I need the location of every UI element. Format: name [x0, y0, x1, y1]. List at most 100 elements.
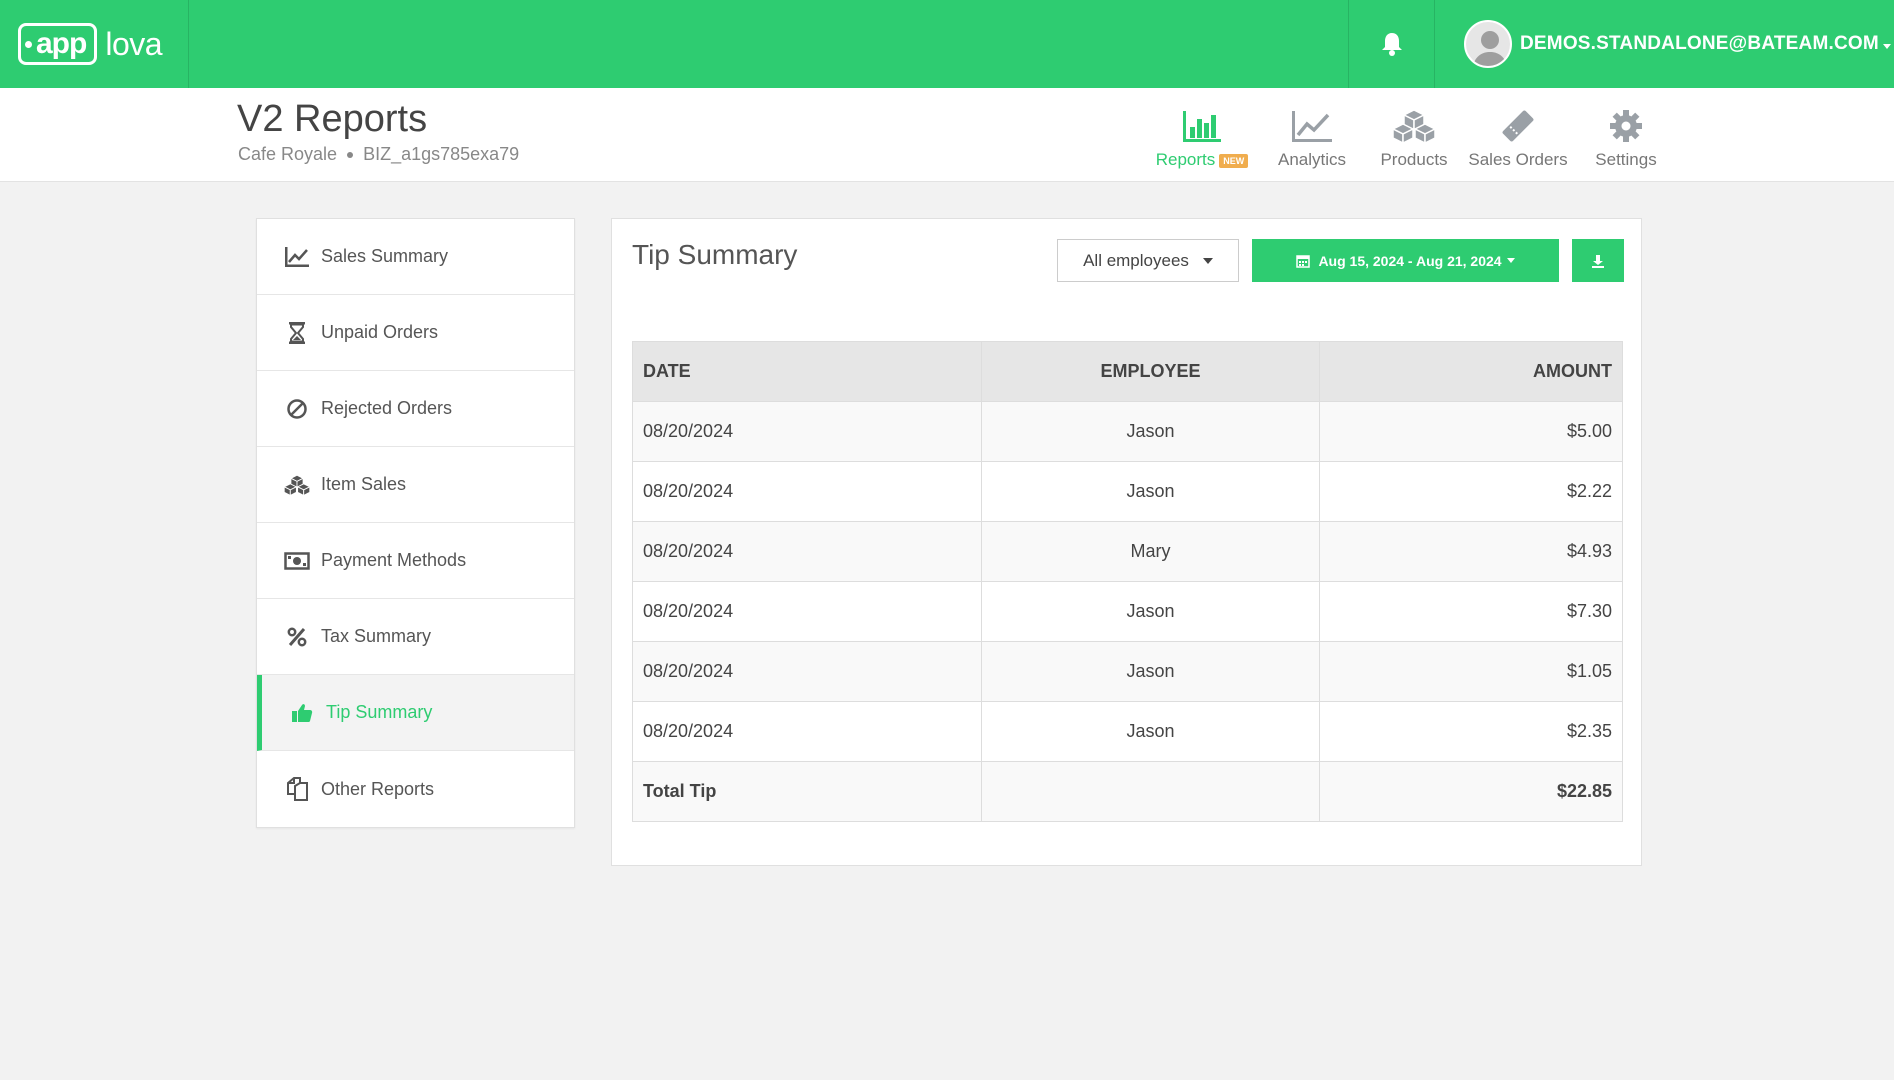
sidebar-item-unpaid-orders[interactable]: Unpaid Orders	[257, 295, 574, 371]
cell-employee: Jason	[981, 401, 1320, 462]
cell-amount: $2.22	[1319, 461, 1623, 522]
top-bar: app lova DEMOS.STANDALONE@BATEAM.COM	[0, 0, 1894, 88]
nav-analytics[interactable]: Analytics	[1272, 106, 1352, 170]
column-header-employee: EMPLOYEE	[981, 341, 1320, 402]
table-row: 08/20/2024 Jason $5.00	[632, 401, 1623, 462]
sidebar-item-label: Item Sales	[321, 474, 407, 494]
table-row: 08/20/2024 Jason $2.35	[632, 701, 1623, 762]
applova-logo[interactable]: app lova	[18, 22, 163, 66]
tips-table: DATE EMPLOYEE AMOUNT 08/20/2024 Jason $5…	[632, 341, 1623, 822]
nav-reports[interactable]: Reports NEW	[1152, 106, 1252, 170]
download-icon	[1592, 254, 1604, 268]
cell-employee: Jason	[981, 461, 1320, 522]
bar-chart-icon	[1183, 111, 1221, 142]
cell-amount: $7.30	[1319, 581, 1623, 642]
total-amount: $22.85	[1319, 761, 1623, 822]
business-name: Cafe Royale	[238, 144, 338, 164]
nav-products-label: Products	[1380, 150, 1448, 169]
logo-lova-text: lova	[105, 25, 163, 62]
cell-date: 08/20/2024	[632, 461, 982, 522]
cell-employee: Jason	[981, 701, 1320, 762]
thumbs-up-icon	[292, 703, 313, 722]
table-header-row: DATE EMPLOYEE AMOUNT	[632, 341, 1623, 402]
panel-title: Tip Summary	[632, 239, 798, 270]
notifications-button[interactable]	[1348, 0, 1435, 88]
sidebar-item-label: Rejected Orders	[321, 398, 453, 418]
sidebar-item-payment-methods[interactable]: Payment Methods	[257, 523, 574, 599]
percent-icon	[287, 627, 307, 646]
chevron-down-icon	[1882, 43, 1891, 49]
ban-icon	[287, 398, 307, 419]
cell-amount: $2.35	[1319, 701, 1623, 762]
user-email: DEMOS.STANDALONE@BATEAM.COM	[1520, 33, 1879, 54]
download-button[interactable]	[1572, 239, 1624, 282]
total-row: Total Tip $22.85	[632, 761, 1623, 822]
cubes-icon	[1391, 109, 1437, 144]
table-row: 08/20/2024 Jason $2.22	[632, 461, 1623, 522]
business-info: Cafe Royale BIZ_a1gs785exa79	[238, 144, 519, 165]
cell-employee: Mary	[981, 521, 1320, 582]
date-range-value: Aug 15, 2024 - Aug 21, 2024	[1318, 252, 1502, 269]
total-empty-cell	[981, 761, 1320, 822]
line-chart-icon	[1292, 111, 1332, 142]
sidebar-item-label: Tip Summary	[326, 702, 433, 722]
copy-icon	[287, 777, 308, 801]
chevron-down-icon	[1202, 257, 1213, 264]
nav-settings[interactable]: Settings	[1588, 106, 1664, 170]
column-header-amount: AMOUNT	[1319, 341, 1623, 402]
cell-amount: $4.93	[1319, 521, 1623, 582]
money-icon	[284, 551, 310, 570]
hourglass-icon	[289, 321, 305, 344]
page-title: V2 Reports	[237, 98, 428, 140]
separator-dot	[347, 151, 354, 158]
avatar	[1464, 20, 1512, 68]
cell-employee: Jason	[981, 641, 1320, 702]
page-header: V2 Reports Cafe Royale BIZ_a1gs785exa79 …	[0, 88, 1894, 182]
sidebar-item-tip-summary[interactable]: Tip Summary	[257, 675, 574, 751]
gear-icon	[1610, 110, 1642, 142]
sidebar-item-label: Sales Summary	[321, 246, 449, 266]
cell-date: 08/20/2024	[632, 641, 982, 702]
new-badge: NEW	[1219, 153, 1249, 168]
nav-products[interactable]: Products	[1372, 106, 1456, 170]
sidebar-item-label: Unpaid Orders	[321, 322, 439, 342]
cell-amount: $5.00	[1319, 401, 1623, 462]
sidebar-item-label: Other Reports	[321, 778, 435, 799]
employee-filter-select[interactable]: All employees	[1057, 239, 1239, 282]
logo-app-text: app	[36, 27, 87, 60]
line-chart-icon	[285, 246, 309, 267]
user-menu[interactable]: DEMOS.STANDALONE@BATEAM.COM	[1464, 0, 1891, 88]
sidebar-item-label: Payment Methods	[321, 550, 467, 570]
column-header-date: DATE	[632, 341, 982, 402]
report-sidebar: Sales Summary Unpaid Orders Rejected Ord…	[256, 218, 575, 828]
sidebar-item-rejected-orders[interactable]: Rejected Orders	[257, 371, 574, 447]
nav-sales-orders[interactable]: Sales Orders	[1468, 106, 1568, 170]
nav-reports-label: Reports	[1155, 150, 1216, 169]
business-id: BIZ_a1gs785exa79	[363, 144, 520, 164]
cell-date: 08/20/2024	[632, 701, 982, 762]
sidebar-item-tax-summary[interactable]: Tax Summary	[257, 599, 574, 675]
nav-analytics-label: Analytics	[1277, 150, 1347, 169]
chevron-down-icon	[1506, 258, 1515, 263]
bell-icon	[1381, 33, 1402, 56]
nav-sales-orders-label: Sales Orders	[1468, 150, 1568, 169]
sidebar-item-label: Tax Summary	[321, 626, 432, 646]
cell-amount: $1.05	[1319, 641, 1623, 702]
calendar-icon	[1296, 254, 1311, 268]
cell-date: 08/20/2024	[632, 401, 982, 462]
sidebar-item-sales-summary[interactable]: Sales Summary	[257, 219, 574, 295]
divider	[188, 0, 189, 88]
date-range-button[interactable]: Aug 15, 2024 - Aug 21, 2024	[1252, 239, 1559, 282]
cell-date: 08/20/2024	[632, 581, 982, 642]
table-row: 08/20/2024 Jason $1.05	[632, 641, 1623, 702]
table-row: 08/20/2024 Jason $7.30	[632, 581, 1623, 642]
cell-employee: Jason	[981, 581, 1320, 642]
nav-settings-label: Settings	[1595, 150, 1657, 169]
sidebar-item-other-reports[interactable]: Other Reports	[257, 751, 574, 827]
cubes-icon	[283, 474, 311, 496]
cell-date: 08/20/2024	[632, 521, 982, 582]
tip-summary-panel: Tip Summary All employees Aug 15, 2024 -…	[611, 218, 1642, 866]
sidebar-item-item-sales[interactable]: Item Sales	[257, 447, 574, 523]
employee-filter-value: All employees	[1083, 250, 1189, 270]
table-row: 08/20/2024 Mary $4.93	[632, 521, 1623, 582]
